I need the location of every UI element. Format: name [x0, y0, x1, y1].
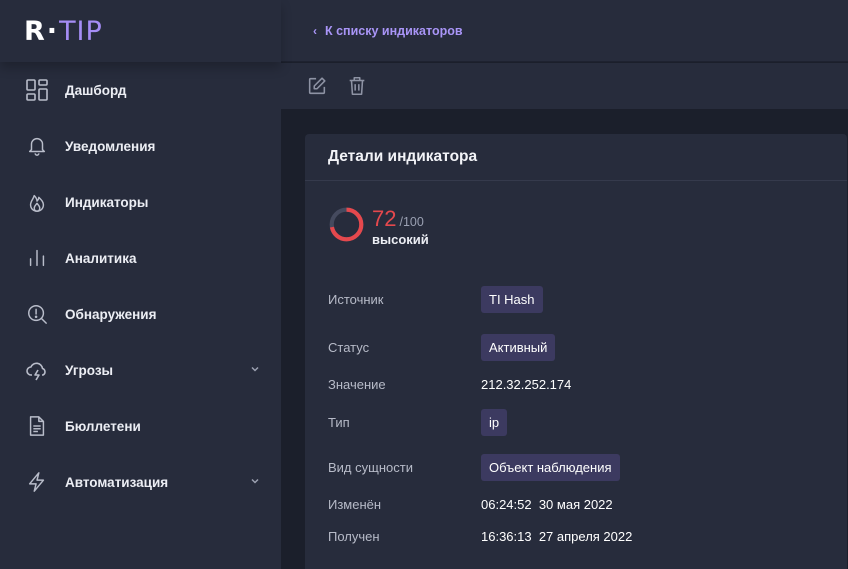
- field-label: Источник: [328, 292, 384, 307]
- logo-letter: R: [24, 15, 46, 47]
- sidebar-item-label: Автоматизация: [65, 474, 169, 490]
- sidebar-item-label: Уведомления: [65, 138, 156, 154]
- score-text: 72 /100 высокий: [372, 206, 429, 247]
- card-title: Детали индикатора: [328, 148, 478, 165]
- indicator-value: 212.32.252.174: [481, 377, 572, 392]
- field-source: Источник TI Hash: [328, 286, 543, 313]
- status-badge: Активный: [481, 334, 556, 361]
- logo-separator: ·: [46, 15, 59, 47]
- brand-logo[interactable]: R · TIP: [24, 16, 103, 47]
- chevron-down-icon[interactable]: [249, 363, 261, 375]
- back-link-label: К списку индикаторов: [325, 23, 463, 38]
- logo-text: TIP: [59, 15, 103, 47]
- score-max: /100: [399, 215, 424, 229]
- delete-button[interactable]: [345, 74, 369, 98]
- field-status: Статус Активный: [328, 334, 556, 361]
- edit-icon: [308, 77, 326, 95]
- chevron-down-icon[interactable]: [249, 475, 261, 487]
- chevron-left-icon: ‹: [313, 23, 317, 38]
- sidebar-nav: Дашборд Уведомления Индикаторы Аналитика…: [0, 62, 281, 510]
- sidebar-item-analytics[interactable]: Аналитика: [0, 230, 281, 286]
- sidebar-item-threats[interactable]: Угрозы: [0, 342, 281, 398]
- score-level: высокий: [372, 232, 429, 247]
- score-value: 72: [372, 206, 397, 231]
- field-entity: Вид сущности Объект наблюдения: [328, 454, 620, 481]
- risk-score: 72 /100 высокий: [328, 206, 429, 247]
- field-label: Статус: [328, 340, 370, 355]
- type-tag: ip: [481, 409, 508, 436]
- indicator-details-card: Детали индикатора 72 /100 высокий Источн…: [305, 134, 847, 569]
- field-label: Тип: [328, 415, 350, 430]
- sidebar-item-notifications[interactable]: Уведомления: [0, 118, 281, 174]
- sidebar-item-indicators[interactable]: Индикаторы: [0, 174, 281, 230]
- sidebar-item-label: Угрозы: [65, 362, 114, 378]
- lightning-icon: [24, 470, 49, 495]
- dashboard-icon: [24, 78, 49, 103]
- card-header: Детали индикатора: [305, 134, 847, 181]
- document-icon: [24, 414, 49, 439]
- received-timestamp: 16:36:13 27 апреля 2022: [481, 529, 633, 544]
- sidebar-item-label: Обнаружения: [65, 306, 157, 322]
- sidebar-item-automation[interactable]: Автоматизация: [0, 454, 281, 510]
- field-label: Получен: [328, 529, 380, 544]
- sidebar-item-label: Индикаторы: [65, 194, 149, 210]
- sidebar-item-label: Аналитика: [65, 250, 137, 266]
- field-label: Значение: [328, 377, 386, 392]
- trash-icon: [349, 76, 365, 96]
- field-type: Тип ip: [328, 409, 508, 436]
- sidebar-item-label: Дашборд: [65, 82, 127, 98]
- back-to-indicators-link[interactable]: ‹ К списку индикаторов: [313, 24, 463, 38]
- field-label: Изменён: [328, 497, 382, 512]
- toolbar: [281, 63, 848, 109]
- storm-cloud-icon: [24, 358, 49, 383]
- bell-icon: [24, 134, 49, 159]
- field-received: Получен 16:36:13 27 апреля 2022: [328, 529, 632, 544]
- sidebar-item-bulletins[interactable]: Бюллетени: [0, 398, 281, 454]
- score-ring: [329, 207, 364, 242]
- field-value: Значение 212.32.252.174: [328, 377, 571, 392]
- sidebar: R · TIP Дашборд Уведомления Индикаторы А…: [0, 0, 281, 569]
- field-label: Вид сущности: [328, 460, 413, 475]
- edit-button[interactable]: [305, 74, 329, 98]
- bar-chart-icon: [24, 246, 49, 271]
- source-tag: TI Hash: [481, 286, 543, 313]
- sidebar-item-label: Бюллетени: [65, 418, 141, 434]
- modified-timestamp: 06:24:52 30 мая 2022: [481, 497, 613, 512]
- sidebar-item-detections[interactable]: Обнаружения: [0, 286, 281, 342]
- sidebar-item-dashboard[interactable]: Дашборд: [0, 62, 281, 118]
- search-alert-icon: [24, 302, 49, 327]
- top-bar: ‹ К списку индикаторов: [281, 0, 848, 62]
- logo-bar: R · TIP: [0, 0, 281, 62]
- field-modified: Изменён 06:24:52 30 мая 2022: [328, 497, 613, 512]
- flame-icon: [24, 190, 49, 215]
- entity-tag: Объект наблюдения: [481, 454, 620, 481]
